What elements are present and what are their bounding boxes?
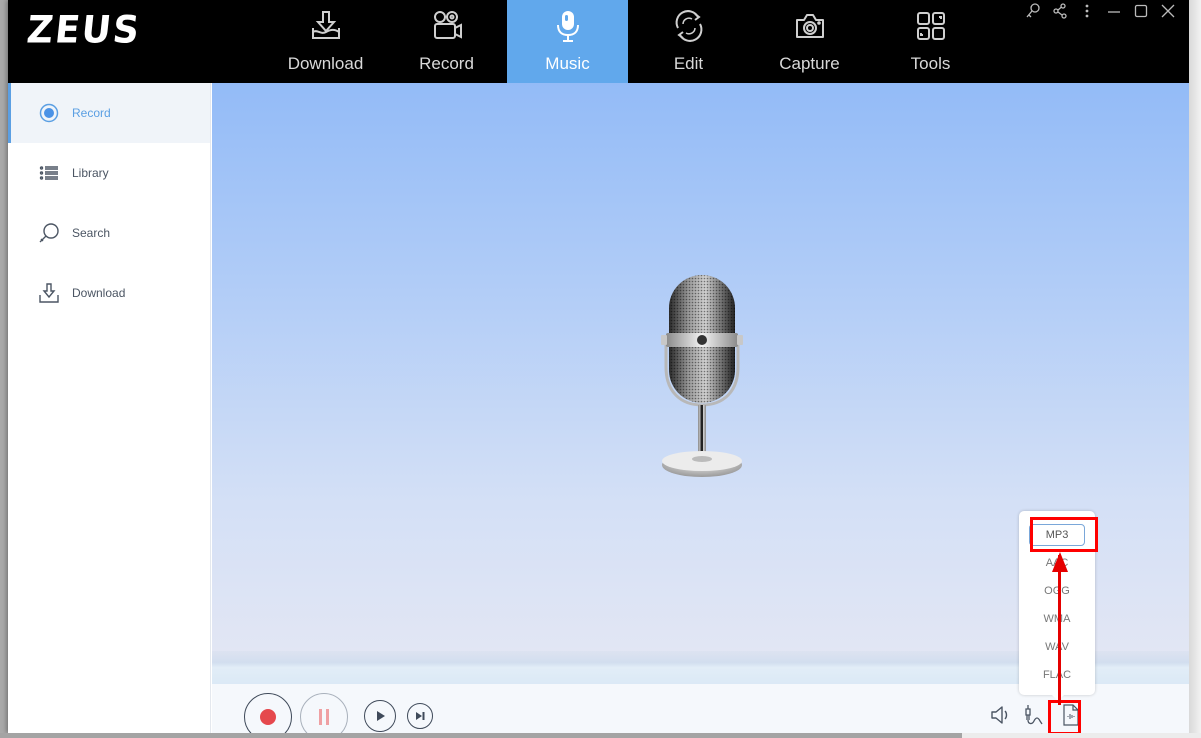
format-option-mp3[interactable]: MP3 — [1019, 521, 1095, 549]
pause-icon — [319, 709, 322, 725]
sidebar-item-label: Search — [72, 226, 111, 240]
sidebar: Record Library Search Download — [8, 83, 211, 733]
radio-record-icon — [38, 102, 60, 124]
annotation-arrow-head — [1052, 552, 1068, 572]
tab-edit[interactable]: Edit — [628, 0, 749, 83]
sidebar-item-label: Download — [72, 286, 126, 300]
next-button[interactable] — [407, 703, 433, 729]
skip-next-icon — [416, 712, 425, 720]
play-button[interactable] — [364, 700, 396, 732]
top-bar: ZEUS Download Record Music Edit Capture … — [8, 0, 1189, 83]
share-icon[interactable] — [1051, 2, 1069, 20]
record-dot-icon — [260, 709, 276, 725]
record-button[interactable] — [244, 693, 292, 733]
format-dropdown: MP3 AAC OGG WMA WAV FLAC — [1019, 511, 1095, 701]
format-option-ogg[interactable]: OGG — [1019, 577, 1095, 605]
tab-capture[interactable]: Capture — [749, 0, 870, 83]
app-logo: ZEUS — [24, 8, 144, 53]
format-option-flac[interactable]: FLAC — [1019, 661, 1095, 689]
app-window: ZEUS Download Record Music Edit Capture … — [8, 0, 1189, 733]
play-icon — [377, 711, 385, 721]
format-option-wav[interactable]: WAV — [1019, 633, 1095, 661]
tab-music[interactable]: Music — [507, 0, 628, 83]
camera-icon — [795, 14, 824, 38]
sidebar-item-search[interactable]: Search — [8, 203, 210, 263]
annotation-arrow-shaft — [1058, 555, 1061, 705]
audio-source-button[interactable] — [1022, 703, 1046, 727]
refresh-cycle-icon — [675, 10, 702, 42]
download-tray-icon — [311, 11, 340, 39]
microphone-illustration — [661, 275, 743, 477]
tab-record[interactable]: Record — [386, 0, 507, 83]
tab-label: Capture — [779, 54, 840, 73]
key-icon[interactable] — [1024, 2, 1042, 20]
search-icon — [38, 222, 60, 244]
sidebar-item-download[interactable]: Download — [8, 263, 210, 323]
sidebar-item-library[interactable]: Library — [8, 143, 210, 203]
format-button[interactable] — [1059, 703, 1083, 727]
speaker-icon — [991, 706, 1008, 724]
audio-file-icon — [1063, 704, 1079, 726]
tab-tools[interactable]: Tools — [870, 0, 991, 83]
list-icon — [38, 162, 60, 184]
volume-button[interactable] — [988, 703, 1012, 727]
download-icon — [38, 282, 60, 304]
pause-button[interactable] — [300, 693, 348, 733]
sidebar-item-label: Record — [72, 106, 111, 120]
maximize-icon[interactable] — [1132, 2, 1150, 20]
grid-tools-icon — [916, 12, 945, 40]
sidebar-item-label: Library — [72, 166, 109, 180]
audio-jack-icon — [1025, 705, 1043, 725]
tab-label: Music — [545, 54, 590, 73]
window-edge — [1189, 0, 1201, 733]
video-camera-icon — [433, 11, 462, 39]
format-option-wma[interactable]: WMA — [1019, 605, 1095, 633]
main-nav: Download Record Music Edit Capture Tools — [265, 0, 991, 83]
tab-label: Tools — [910, 54, 951, 73]
microphone-icon — [556, 11, 579, 42]
taskbar-strip — [0, 733, 1201, 738]
minimize-icon[interactable] — [1105, 2, 1123, 20]
tab-download[interactable]: Download — [265, 0, 386, 83]
tab-label: Edit — [673, 54, 704, 73]
tab-label: Record — [419, 54, 474, 73]
sidebar-item-record[interactable]: Record — [8, 83, 210, 143]
close-icon[interactable] — [1159, 2, 1177, 20]
more-icon[interactable] — [1078, 2, 1096, 20]
window-controls — [1024, 0, 1177, 22]
tab-label: Download — [287, 54, 364, 73]
